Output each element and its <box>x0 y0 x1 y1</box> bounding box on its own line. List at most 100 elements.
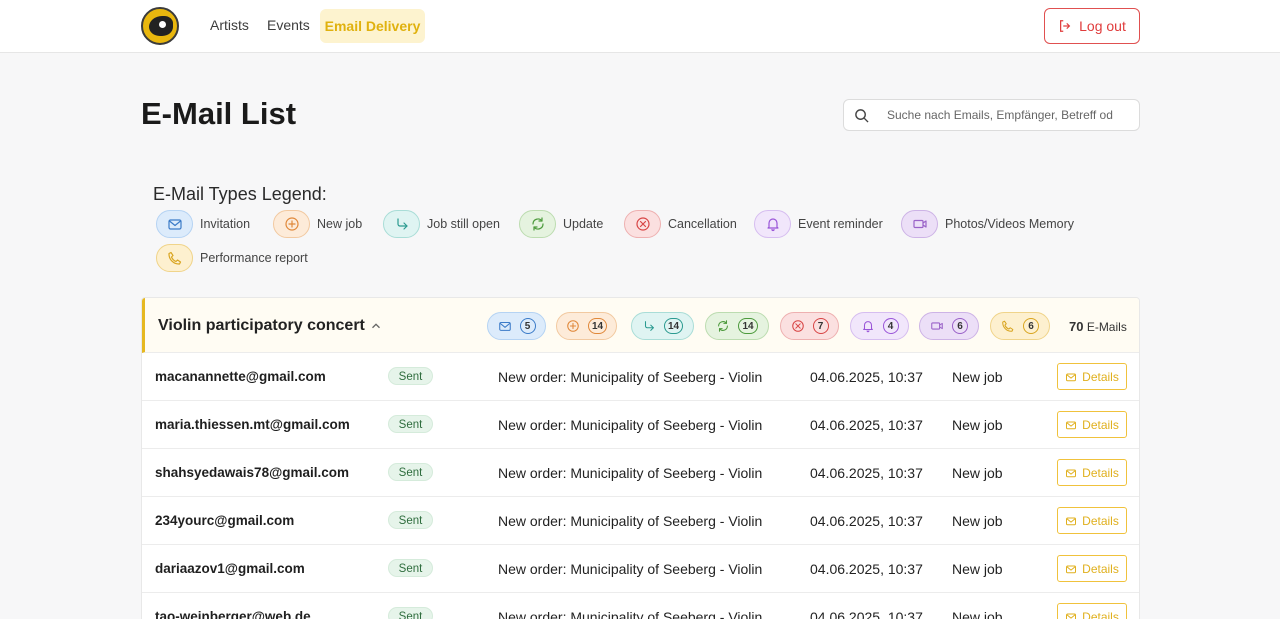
legend-item: Performance report <box>156 244 308 272</box>
type-count: 14 <box>663 318 684 334</box>
search-icon <box>855 108 869 123</box>
plus-circle-icon <box>273 210 310 238</box>
legend-label: Job still open <box>427 217 500 231</box>
email-type: New job <box>952 417 1003 433</box>
logout-button[interactable]: Log out <box>1044 8 1140 44</box>
recipient-email: dariaazov1@gmail.com <box>155 561 305 576</box>
recipient-email: macanannette@gmail.com <box>155 369 326 384</box>
x-circle-icon <box>791 320 804 332</box>
nav-link-events[interactable]: Events <box>267 17 310 33</box>
type-count-pill[interactable]: 6 <box>990 312 1050 340</box>
sent-date: 04.06.2025, 10:37 <box>810 465 923 481</box>
email-type: New job <box>952 465 1003 481</box>
status-badge: Sent <box>388 367 433 385</box>
recipient-email: 234yourc@gmail.com <box>155 513 295 528</box>
type-count-pill[interactable]: 6 <box>919 312 979 340</box>
email-subject: New order: Municipality of Seeberg - Vio… <box>498 609 763 619</box>
details-button[interactable]: Details <box>1057 507 1127 534</box>
legend-item: Invitation <box>156 210 250 238</box>
details-button[interactable]: Details <box>1057 363 1127 390</box>
type-count-pill[interactable]: 4 <box>850 312 909 340</box>
legend-label: New job <box>317 217 363 231</box>
type-count: 6 <box>1023 318 1039 334</box>
details-label: Details <box>1082 465 1119 480</box>
status-badge: Sent <box>388 415 433 433</box>
legend-label: Update <box>563 217 604 231</box>
plus-circle-icon <box>567 320 579 332</box>
legend-label: Invitation <box>200 217 251 231</box>
type-count: 6 <box>952 318 968 334</box>
logout-icon <box>1060 20 1071 32</box>
refresh-icon <box>718 320 729 332</box>
details-label: Details <box>1082 609 1119 619</box>
details-button[interactable]: Details <box>1057 603 1127 619</box>
email-subject: New order: Municipality of Seeberg - Vio… <box>498 465 763 481</box>
phone-icon <box>156 244 193 272</box>
type-count: 4 <box>882 318 899 334</box>
details-button[interactable]: Details <box>1057 411 1127 438</box>
nav-link-email-delivery[interactable]: Email Delivery <box>320 9 425 43</box>
table-row[interactable]: 234yourc@gmail.com Sent New order: Municip… <box>142 497 1139 545</box>
sent-date: 04.06.2025, 10:37 <box>810 417 923 433</box>
legend-label: Performance report <box>200 251 308 265</box>
table-row[interactable]: shahsyedawais78@gmail.com Sent New order: … <box>142 449 1139 497</box>
details-button[interactable]: Details <box>1057 459 1127 486</box>
search-box[interactable] <box>843 99 1140 131</box>
legend-label: Event reminder <box>798 217 883 231</box>
email-subject: New order: Municipality of Seeberg - Vio… <box>498 369 763 385</box>
sent-date: 04.06.2025, 10:37 <box>810 513 923 529</box>
type-count: 7 <box>812 318 829 334</box>
x-circle-icon <box>624 210 661 238</box>
envelope-icon <box>498 321 511 331</box>
sent-date: 04.06.2025, 10:37 <box>810 369 923 385</box>
type-count-pill[interactable]: 7 <box>780 312 839 340</box>
email-type: New job <box>952 369 1003 385</box>
forward-arrow-icon <box>383 210 420 238</box>
recipient-email: maria.thiessen.mt@gmail.com <box>155 417 350 432</box>
search-input[interactable] <box>887 108 1127 122</box>
type-count-pill[interactable]: 14 <box>631 312 694 340</box>
envelope-icon <box>1066 517 1077 525</box>
details-label: Details <box>1082 369 1119 384</box>
details-button[interactable]: Details <box>1057 555 1127 582</box>
logout-label: Log out <box>1079 18 1126 34</box>
email-subject: New order: Municipality of Seeberg - Vio… <box>498 417 763 433</box>
forward-arrow-icon <box>644 321 654 331</box>
legend-item: New job <box>273 210 362 238</box>
legend-title: E-Mail Types Legend: <box>153 184 327 204</box>
group-header[interactable]: Violin participatory concert 5 14 14 14 7 4 6 6… <box>142 298 1139 353</box>
legend-item: Update <box>519 210 603 238</box>
type-count: 14 <box>587 318 608 334</box>
recipient-email: shahsyedawais78@gmail.com <box>155 465 350 480</box>
app-logo[interactable] <box>141 7 179 45</box>
envelope-icon <box>156 210 193 238</box>
refresh-icon <box>519 210 556 238</box>
table-row[interactable]: tao-weinberger@web.de Sent New order: Muni… <box>142 593 1139 619</box>
chevron-up-icon[interactable] <box>369 319 383 333</box>
page-title: E-Mail List <box>141 96 297 131</box>
email-group-card: Violin participatory concert 5 14 14 14 7 4 6 6… <box>141 297 1140 619</box>
table-row[interactable]: maria.thiessen.mt@gmail.com Sent New order… <box>142 401 1139 449</box>
video-icon <box>931 322 943 330</box>
bell-icon <box>862 321 873 333</box>
status-badge: Sent <box>388 559 433 577</box>
recipient-email: tao-weinberger@web.de <box>155 609 311 619</box>
type-count-pill[interactable]: 14 <box>705 312 769 340</box>
video-icon <box>901 210 938 238</box>
email-type: New job <box>952 609 1003 619</box>
table-row[interactable]: macanannette@gmail.com Sent New order: Mun… <box>142 353 1139 401</box>
phone-icon <box>1002 320 1014 332</box>
type-count: 14 <box>738 318 758 334</box>
type-count-pill[interactable]: 14 <box>556 312 617 340</box>
details-label: Details <box>1082 417 1119 432</box>
table-row[interactable]: dariaazov1@gmail.com Sent New order: Munic… <box>142 545 1139 593</box>
status-badge: Sent <box>388 463 433 481</box>
details-label: Details <box>1082 561 1119 576</box>
nav-link-artists[interactable]: Artists <box>210 17 249 33</box>
type-count-pill[interactable]: 5 <box>487 312 546 340</box>
sent-date: 04.06.2025, 10:37 <box>810 609 923 619</box>
details-label: Details <box>1082 513 1119 528</box>
legend-item: Photos/Videos Memory <box>901 210 1074 238</box>
group-title: Violin participatory concert <box>158 317 365 334</box>
envelope-icon <box>1066 613 1077 619</box>
